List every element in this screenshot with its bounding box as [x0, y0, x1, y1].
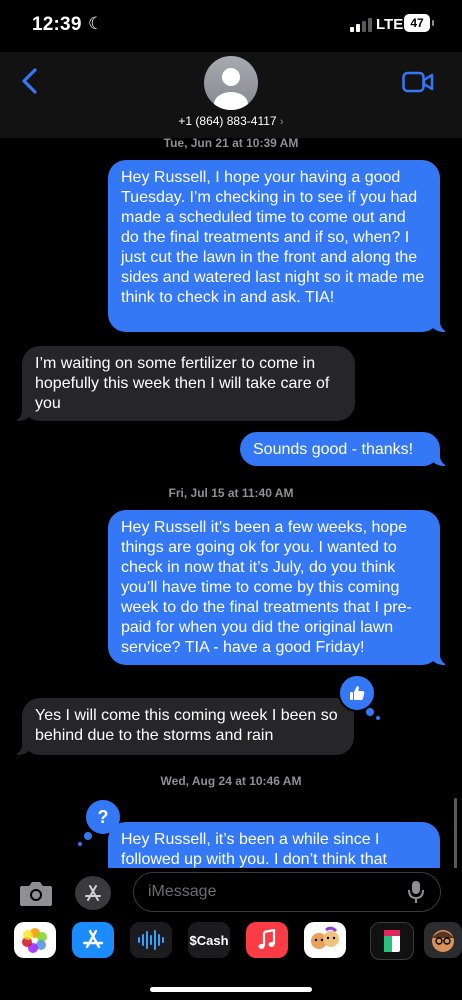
cellular-signal-icon: [350, 18, 372, 32]
status-time: 12:39: [32, 14, 82, 35]
contact-number: +1 (864) 883-4117: [178, 114, 277, 128]
sent-message[interactable]: Hey Russell it’s been a few weeks, hope …: [108, 510, 450, 665]
received-message[interactable]: Yes I will come this coming week I been …: [12, 698, 354, 755]
digital-touch-app[interactable]: [370, 922, 414, 960]
received-message[interactable]: I’m waiting on some fertilizer to come i…: [12, 346, 355, 421]
reaction-tail: [376, 716, 380, 720]
timestamp: Tue, Jun 21 at 10:39 AM: [163, 138, 299, 150]
message-text: Hey Russell it’s been a few weeks, hope …: [121, 519, 412, 656]
message-input[interactable]: iMessage: [133, 872, 441, 912]
facetime-video-icon[interactable]: [402, 70, 434, 94]
contact-chevron-icon: ›: [279, 116, 284, 128]
message-text: Sounds good - thanks!: [253, 441, 414, 458]
status-bar: 12:39 ☾ LTE 47: [0, 0, 462, 52]
network-type: LTE: [376, 16, 404, 33]
photos-icon: [22, 928, 47, 953]
contact-avatar[interactable]: [204, 56, 258, 110]
cash-symbol: $: [189, 932, 197, 948]
input-bar: iMessage: [0, 868, 462, 918]
memoji-app[interactable]: [424, 922, 462, 958]
cash-label: Cash: [196, 932, 229, 948]
thumbs-up-icon: [350, 686, 365, 700]
sticker-page-icon: [384, 930, 400, 952]
reaction-tail: [78, 842, 82, 846]
microphone-icon[interactable]: [408, 880, 424, 904]
reaction-tail: [366, 708, 374, 716]
app-store-icon: [85, 885, 101, 901]
message-text: I’m waiting on some fertilizer to come i…: [35, 355, 330, 412]
message-text: Yes I will come this coming week I been …: [35, 707, 338, 744]
scrollbar[interactable]: [454, 798, 457, 868]
memoji-stickers-app[interactable]: [304, 922, 346, 958]
reaction-tail: [84, 832, 92, 840]
message-text: Hey Russell, it’s been a while since I f…: [121, 831, 387, 868]
timestamp: Fri, Jul 15 at 11:40 AM: [168, 486, 294, 500]
back-chevron-icon[interactable]: [16, 66, 46, 96]
thumbs-up-reaction-icon[interactable]: [338, 674, 376, 712]
timestamp: Wed, Aug 24 at 10:46 AM: [160, 774, 302, 788]
message-text: Hey Russell, I hope your having a good T…: [121, 169, 425, 306]
conversation-header: +1 (864) 883-4117 ›: [0, 52, 462, 138]
sent-message[interactable]: Hey Russell, I hope your having a good T…: [108, 160, 450, 332]
music-app[interactable]: [246, 922, 288, 958]
sent-message[interactable]: Hey Russell, it’s been a while since I f…: [108, 822, 440, 868]
sent-message[interactable]: Sounds good - thanks!: [240, 432, 450, 466]
memoji-face-icon: [432, 930, 454, 952]
app-store-icon: [82, 929, 104, 949]
focus-moon-icon: ☾: [88, 14, 104, 33]
waveform-icon: [138, 930, 164, 950]
photos-app[interactable]: [14, 922, 56, 958]
message-thread[interactable]: Tue, Jun 21 at 10:39 AM Hey Russell, I h…: [0, 138, 462, 868]
memoji-icon: [311, 926, 339, 949]
app-drawer: $ Cash: [0, 918, 462, 1000]
battery-nub: [432, 20, 434, 26]
app-store-button[interactable]: [75, 876, 111, 910]
music-note-icon: [258, 929, 276, 949]
apple-cash-app[interactable]: $ Cash: [188, 922, 230, 958]
person-icon: [214, 68, 248, 110]
home-indicator[interactable]: [150, 987, 312, 992]
contact-name[interactable]: +1 (864) 883-4117 ›: [0, 114, 462, 128]
camera-icon[interactable]: [18, 878, 54, 908]
audio-message-app[interactable]: [130, 922, 172, 958]
message-input-placeholder: iMessage: [148, 883, 217, 900]
app-store-app[interactable]: [72, 922, 114, 958]
battery-level: 47: [404, 14, 430, 32]
